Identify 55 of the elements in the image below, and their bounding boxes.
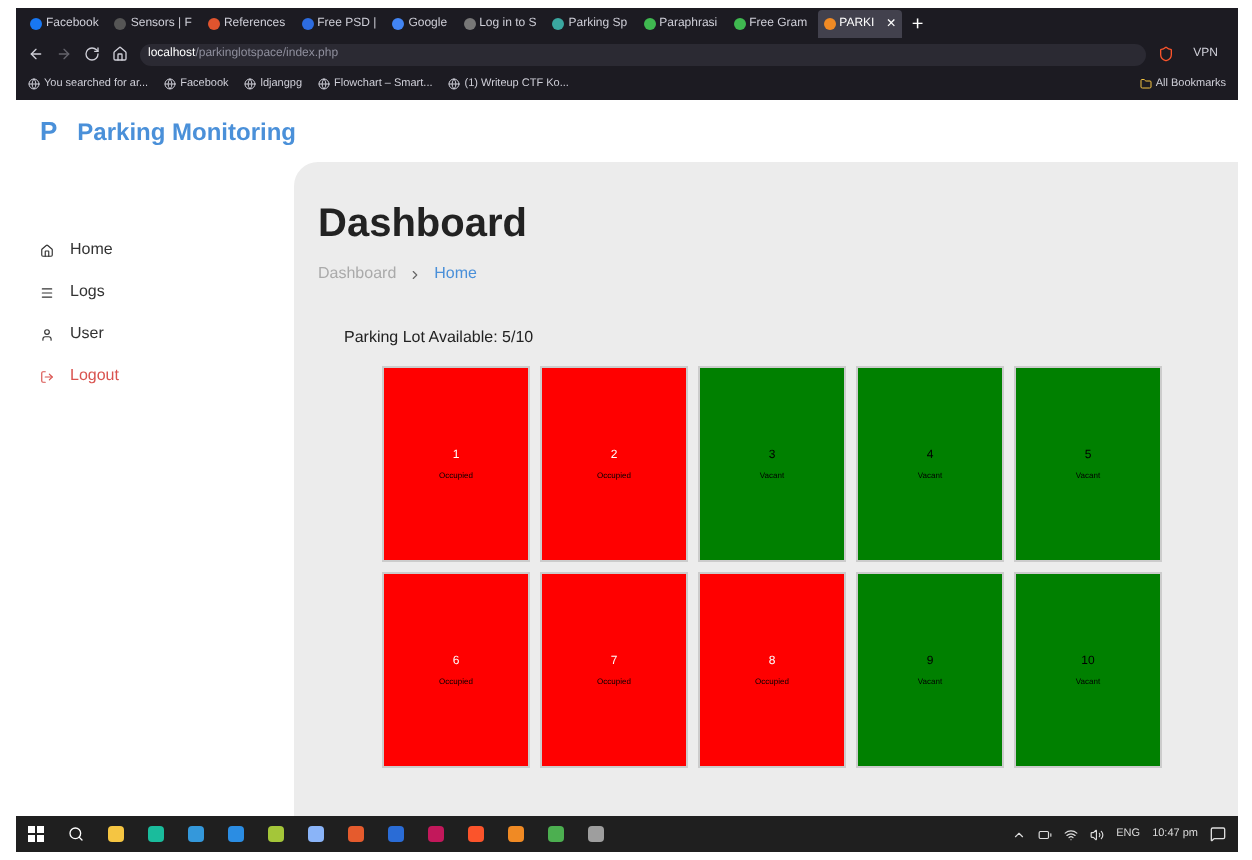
nav-item[interactable]: Logs: [40, 280, 294, 304]
availability-text: Parking Lot Available: 5/10: [344, 326, 536, 350]
home-icon: [40, 243, 54, 257]
tab-favicon-icon: [643, 18, 656, 30]
wifi-icon: [1064, 827, 1079, 841]
taskbar-app-icon[interactable]: [268, 826, 284, 842]
tab-favicon-icon: [823, 18, 836, 30]
globe-icon: [448, 78, 461, 90]
tab-favicon-icon: [552, 18, 565, 30]
taskbar-app-icon[interactable]: [468, 826, 484, 842]
taskbar-app-icon[interactable]: [228, 826, 244, 842]
shield-icon[interactable]: [1157, 46, 1174, 62]
taskbar-app-icon[interactable]: [588, 826, 604, 842]
tray-chevron-icon[interactable]: [1012, 827, 1027, 841]
globe-icon: [28, 78, 40, 90]
page-heading: Dashboard: [318, 200, 529, 250]
globe-icon: [244, 78, 257, 90]
back-icon[interactable]: [28, 46, 44, 62]
chevron-icon: [408, 267, 423, 281]
globe-icon: [318, 78, 331, 90]
tab-favicon-icon: [114, 18, 127, 30]
app-title: Parking Monitoring: [77, 115, 297, 149]
taskbar-app-icon[interactable]: [428, 826, 444, 842]
battery-icon: [1038, 827, 1053, 841]
taskbar-app-icon[interactable]: [548, 826, 564, 842]
tab-favicon-icon: [30, 18, 42, 30]
close-tab-button[interactable]: ×: [886, 12, 896, 36]
home-icon[interactable]: [112, 46, 128, 62]
taskbar-app-icon[interactable]: [508, 826, 524, 842]
taskbar-app-icon[interactable]: [348, 826, 364, 842]
nav-item[interactable]: Logout: [40, 364, 294, 388]
tab-favicon-icon: [392, 18, 405, 30]
taskbar-app-icon[interactable]: [308, 826, 324, 842]
nav-item[interactable]: User: [40, 322, 294, 346]
taskbar-app-icon[interactable]: [388, 826, 404, 842]
taskbar-app-icon[interactable]: [148, 826, 164, 842]
logo-letter: P: [40, 113, 58, 150]
tab-favicon-icon: [207, 18, 220, 30]
taskbar-app-icon[interactable]: [108, 826, 124, 842]
logout-icon: [40, 369, 54, 383]
tab-favicon-icon: [463, 18, 476, 30]
new-tab-button[interactable]: +: [905, 9, 930, 39]
logs-icon: [40, 285, 54, 299]
user-icon: [40, 327, 54, 341]
globe-icon: [164, 78, 177, 90]
nav-item[interactable]: Home: [40, 238, 294, 262]
volume-icon: [1090, 827, 1105, 841]
folder-icon: [1139, 78, 1152, 90]
tab-favicon-icon: [301, 18, 314, 30]
notifications-icon[interactable]: [1210, 826, 1226, 842]
taskbar-app-icon[interactable]: [188, 826, 204, 842]
search-icon[interactable]: [68, 826, 84, 842]
reload-icon[interactable]: [84, 46, 100, 62]
tab-favicon-icon: [733, 18, 746, 30]
windows-start-icon[interactable]: [28, 826, 44, 842]
